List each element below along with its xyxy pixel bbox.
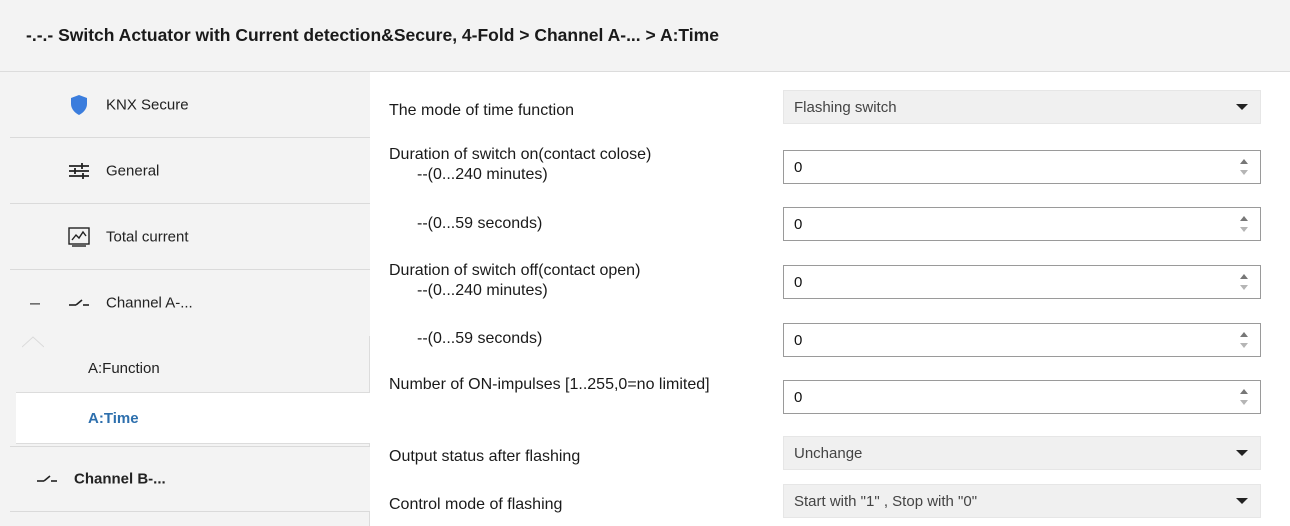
param-label: Duration of switch on(contact colose) --… — [389, 145, 789, 185]
select-value: Start with "1" , Stop with "0" — [794, 492, 978, 510]
select-value: Flashing switch — [794, 98, 897, 116]
on-seconds-input[interactable]: 0 — [783, 207, 1261, 241]
breadcrumb: -.-.- Switch Actuator with Current detec… — [0, 0, 1290, 72]
param-label: Number of ON-impulses [1..255,0=no limit… — [389, 376, 710, 393]
param-label-text: --(0...59 seconds) — [417, 215, 543, 232]
sidebar-item-channel-a[interactable]: – Channel A-... — [10, 270, 370, 336]
mode-select[interactable]: Flashing switch — [783, 90, 1261, 124]
input-value: 0 — [794, 158, 803, 176]
param-sublabel: --(0...240 minutes) — [417, 166, 548, 183]
param-label-text: Duration of switch on(contact colose) — [389, 146, 652, 163]
param-label-text: --(0...59 seconds) — [417, 330, 543, 347]
sidebar-item-channel-b[interactable]: Channel B-... — [10, 446, 370, 512]
sidebar-subitem-label: A:Time — [88, 409, 139, 427]
sidebar-subitem-a-time[interactable]: A:Time — [16, 392, 370, 444]
chevron-down-icon — [1236, 450, 1248, 456]
spin-up-icon[interactable] — [1240, 159, 1248, 164]
impulses-input[interactable]: 0 — [783, 380, 1261, 414]
sidebar-item-total-current[interactable]: Total current — [10, 204, 370, 270]
param-label: --(0...59 seconds) — [389, 214, 789, 234]
sidebar-item-label: Channel B-... — [74, 470, 166, 488]
param-label: The mode of time function — [389, 102, 574, 119]
sliders-icon — [66, 160, 92, 182]
spin-down-icon[interactable] — [1240, 285, 1248, 290]
sidebar-item-general[interactable]: General — [10, 138, 370, 204]
param-label: Output status after flashing — [389, 448, 581, 465]
switch-contact-icon — [34, 468, 60, 490]
shield-icon — [66, 94, 92, 116]
spin-down-icon[interactable] — [1240, 170, 1248, 175]
select-value: Unchange — [794, 444, 863, 462]
parameter-panel: The mode of time function Flashing switc… — [371, 72, 1290, 526]
sidebar-subitem-label: A:Function — [88, 359, 160, 377]
switch-contact-icon — [66, 292, 92, 314]
sidebar-subitem-a-function[interactable]: A:Function — [16, 342, 370, 394]
sidebar-item-label: General — [106, 162, 160, 179]
input-value: 0 — [794, 388, 803, 406]
spin-up-icon[interactable] — [1240, 274, 1248, 279]
off-minutes-input[interactable]: 0 — [783, 265, 1261, 299]
input-value: 0 — [794, 215, 803, 233]
param-label: Duration of switch off(contact open) --(… — [389, 261, 789, 301]
on-minutes-input[interactable]: 0 — [783, 150, 1261, 184]
output-status-select[interactable]: Unchange — [783, 436, 1261, 470]
spin-up-icon[interactable] — [1240, 332, 1248, 337]
chevron-down-icon — [1236, 104, 1248, 110]
param-sublabel: --(0...240 minutes) — [417, 282, 548, 299]
control-mode-select[interactable]: Start with "1" , Stop with "0" — [783, 484, 1261, 518]
collapse-toggle[interactable]: – — [30, 293, 40, 314]
sidebar-item-label: Channel A-... — [106, 294, 193, 312]
spin-down-icon[interactable] — [1240, 227, 1248, 232]
param-label: --(0...59 seconds) — [389, 329, 789, 349]
spin-down-icon[interactable] — [1240, 400, 1248, 405]
sidebar-item-label: Total current — [106, 228, 189, 245]
off-seconds-input[interactable]: 0 — [783, 323, 1261, 357]
input-value: 0 — [794, 331, 803, 349]
spin-up-icon[interactable] — [1240, 389, 1248, 394]
chart-icon — [66, 226, 92, 248]
chevron-down-icon — [1236, 498, 1248, 504]
sidebar-item-knx-secure[interactable]: KNX Secure — [10, 72, 370, 138]
sidebar: KNX Secure General Total current – Chann… — [0, 72, 370, 526]
param-label-text: Duration of switch off(contact open) — [389, 262, 641, 279]
input-value: 0 — [794, 273, 803, 291]
param-label: Control mode of flashing — [389, 496, 563, 513]
spin-down-icon[interactable] — [1240, 343, 1248, 348]
spin-up-icon[interactable] — [1240, 216, 1248, 221]
sidebar-item-label: KNX Secure — [106, 96, 189, 113]
